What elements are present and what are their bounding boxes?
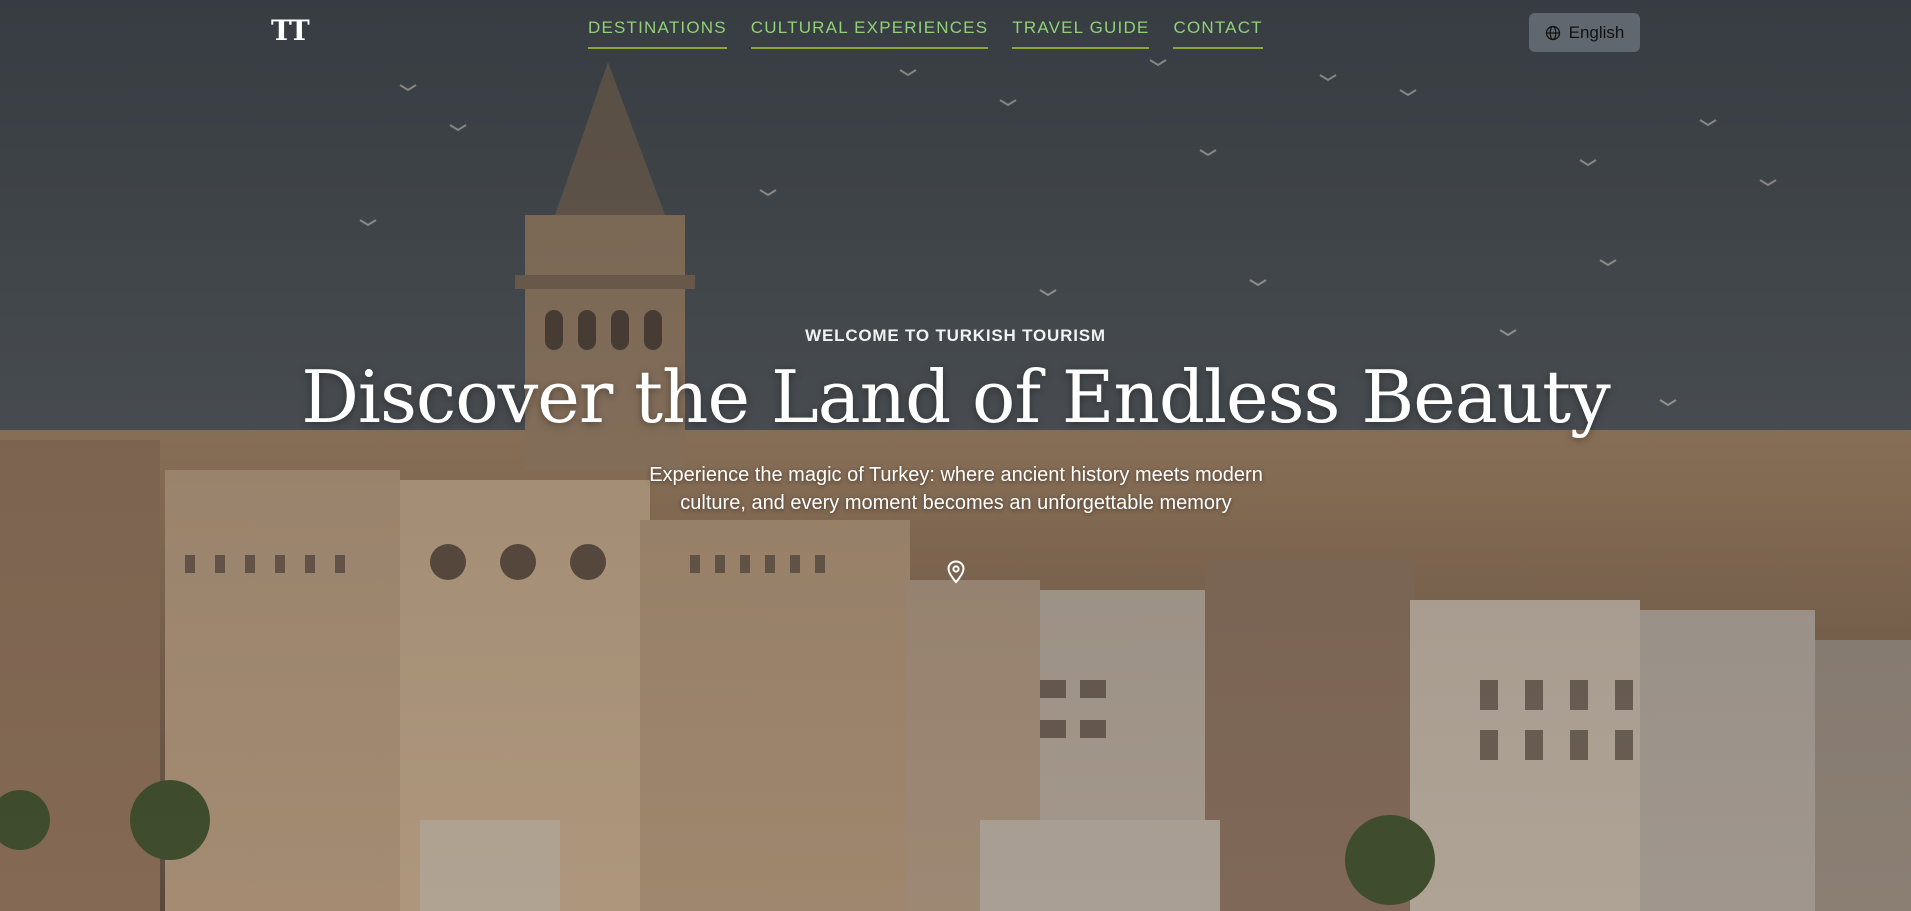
hero-eyebrow: WELCOME TO TURKISH TOURISM (805, 326, 1106, 345)
nav-travel-guide[interactable]: TRAVEL GUIDE (1012, 18, 1150, 49)
hero-headline: Discover the Land of Endless Beauty (301, 355, 1611, 439)
globe-icon (1545, 25, 1560, 40)
map-pin-icon[interactable] (945, 560, 967, 584)
hero-background-image (0, 0, 1911, 911)
hero-dark-overlay (0, 0, 1911, 911)
language-selector-button[interactable]: English (1529, 13, 1640, 52)
nav-cultural-experiences[interactable]: CULTURAL EXPERIENCES (750, 18, 989, 49)
site-logo[interactable]: TT (271, 14, 310, 47)
hero-subtitle: Experience the magic of Turkey: where an… (649, 464, 1263, 514)
nav-destinations[interactable]: DESTINATIONS (588, 18, 727, 49)
main-navigation: DESTINATIONS CULTURAL EXPERIENCES TRAVEL… (588, 18, 1263, 49)
nav-contact[interactable]: CONTACT (1173, 18, 1263, 49)
language-label: English (1568, 22, 1625, 42)
